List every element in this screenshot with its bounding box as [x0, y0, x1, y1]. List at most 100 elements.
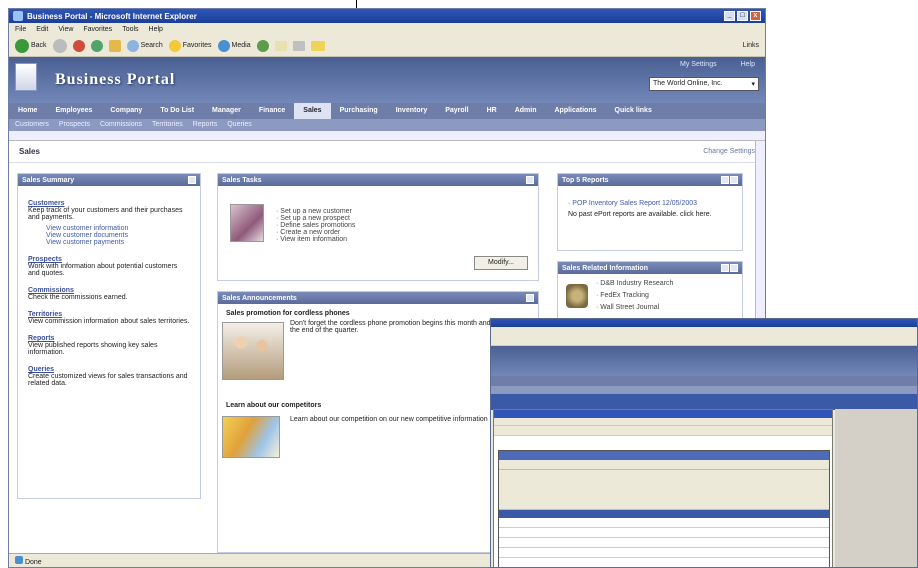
my-settings-link[interactable]: My Settings [680, 61, 717, 68]
menu-file[interactable]: File [15, 26, 26, 33]
menu-edit[interactable]: Edit [36, 26, 48, 33]
subnav-commissions[interactable]: Commissions [100, 121, 142, 129]
minimize-button[interactable]: _ [724, 11, 735, 21]
inset-titlebar [491, 319, 917, 327]
sales-tasks-panel: Sales Tasks · Set up a new customer · Se… [217, 173, 539, 281]
nav-company[interactable]: Company [101, 103, 151, 119]
links-label[interactable]: Links [743, 42, 759, 49]
home-icon[interactable] [108, 39, 121, 52]
subnav-territories[interactable]: Territories [152, 121, 183, 129]
customers-link[interactable]: Customers [28, 200, 190, 207]
panel-menu-icon[interactable] [526, 294, 534, 302]
sales-summary-panel: Sales Summary Customers Keep track of yo… [17, 173, 201, 499]
commissions-link[interactable]: Commissions [28, 287, 190, 294]
print-icon[interactable] [292, 40, 305, 51]
menu-bar: File Edit View Favorites Tools Help [9, 23, 765, 35]
nav-purchasing[interactable]: Purchasing [331, 103, 387, 119]
territories-desc: View commission information about sales … [28, 318, 190, 325]
ie-page-icon [15, 556, 23, 564]
mail-icon[interactable] [274, 40, 287, 51]
view-customer-payments-link[interactable]: View customer payments [28, 239, 190, 246]
subnav-customers[interactable]: Customers [15, 121, 49, 129]
maximize-button[interactable]: □ [737, 11, 748, 21]
sales-subnav: Customers Prospects Commissions Territor… [9, 119, 765, 131]
nav-finance[interactable]: Finance [250, 103, 294, 119]
menu-help[interactable]: Help [149, 26, 163, 33]
stop-icon[interactable] [72, 39, 85, 52]
top-reports-panel: Top 5 Reports · POP Inventory Sales Repo… [557, 173, 743, 251]
nav-quick-links[interactable]: Quick links [606, 103, 661, 119]
nav-admin[interactable]: Admin [506, 103, 546, 119]
nav-applications[interactable]: Applications [545, 103, 605, 119]
search-button[interactable]: Search [126, 39, 163, 52]
window-titlebar: Business Portal - Microsoft Internet Exp… [9, 9, 765, 23]
reports-link[interactable]: Reports [28, 335, 190, 342]
inset-background [835, 409, 917, 567]
window-title: Business Portal - Microsoft Internet Exp… [27, 11, 197, 21]
refresh-icon[interactable] [90, 39, 103, 52]
inset-dialog [498, 450, 830, 567]
help-link[interactable]: Help [741, 61, 755, 68]
nav-sales[interactable]: Sales [294, 103, 331, 119]
modify-button[interactable]: Modify... [474, 256, 528, 270]
panel-menu-icon[interactable] [526, 176, 534, 184]
subnav-prospects[interactable]: Prospects [59, 121, 90, 129]
view-customer-information-link[interactable]: View customer information [28, 225, 190, 232]
inset-toolbar [491, 334, 917, 346]
company-select-value: The World Online, Inc. [653, 80, 723, 87]
media-button[interactable]: Media [217, 39, 251, 52]
task-define-promotions[interactable]: · Define sales promotions [276, 222, 355, 229]
task-setup-customer[interactable]: · Set up a new customer [276, 208, 355, 215]
menu-view[interactable]: View [58, 26, 73, 33]
panel-close-icon[interactable] [730, 264, 738, 272]
forward-arrow-icon[interactable] [52, 38, 67, 53]
announcement-title-1: Sales promotion for cordless phones [226, 310, 350, 317]
subnav-reports[interactable]: Reports [193, 121, 218, 129]
menu-favorites[interactable]: Favorites [83, 26, 112, 33]
favorites-button[interactable]: Favorites [168, 39, 212, 52]
nav-employees[interactable]: Employees [46, 103, 101, 119]
prospects-desc: Work with information about potential cu… [28, 263, 178, 277]
sales-tasks-image [230, 204, 264, 242]
portal-logo [15, 63, 37, 91]
wsj-link[interactable]: · Wall Street Journal [596, 304, 673, 311]
nav-manager[interactable]: Manager [203, 103, 250, 119]
portal-header: Business Portal My Settings Help The Wor… [9, 57, 765, 103]
nav-inventory[interactable]: Inventory [387, 103, 437, 119]
nav-to-do-list[interactable]: To Do List [151, 103, 203, 119]
task-create-order[interactable]: · Create a new order [276, 229, 355, 236]
horizontal-scrollbar[interactable] [9, 131, 765, 141]
territories-link[interactable]: Territories [28, 311, 190, 318]
inset-nav [491, 376, 917, 386]
view-customer-documents-link[interactable]: View customer documents [28, 232, 190, 239]
chevron-down-icon: ▾ [751, 81, 755, 88]
reports-desc: View published reports showing key sales… [28, 342, 158, 356]
menu-tools[interactable]: Tools [122, 26, 138, 33]
commissions-desc: Check the commissions earned. [28, 294, 128, 301]
dnb-research-link[interactable]: · D&B Industry Research [596, 280, 673, 287]
inset-menubar [491, 327, 917, 334]
panel-menu-icon[interactable] [721, 176, 729, 184]
history-icon[interactable] [256, 39, 269, 52]
nav-payroll[interactable]: Payroll [436, 103, 477, 119]
panel-menu-icon[interactable] [721, 264, 729, 272]
back-button[interactable]: Back [15, 38, 47, 53]
company-select[interactable]: The World Online, Inc. ▾ [649, 77, 759, 91]
queries-desc: Create customized views for sales transa… [28, 373, 188, 387]
folder-icon[interactable] [310, 40, 325, 51]
queries-link[interactable]: Queries [28, 366, 190, 373]
task-view-item-info[interactable]: · View item information [276, 236, 355, 243]
nav-hr[interactable]: HR [478, 103, 506, 119]
panel-close-icon[interactable] [730, 176, 738, 184]
report-item-1[interactable]: · POP Inventory Sales Report 12/05/2003 [568, 200, 732, 207]
announcement-title-2: Learn about our competitors [226, 402, 322, 409]
inset-app-window [493, 409, 833, 567]
close-button[interactable]: x [750, 11, 761, 21]
nav-home[interactable]: Home [9, 103, 46, 119]
prospects-link[interactable]: Prospects [28, 256, 190, 263]
task-setup-prospect[interactable]: · Set up a new prospect [276, 215, 355, 222]
change-settings-link[interactable]: Change Settings [703, 148, 755, 155]
panel-menu-icon[interactable] [188, 176, 196, 184]
subnav-queries[interactable]: Queries [227, 121, 252, 129]
fedex-tracking-link[interactable]: · FedEx Tracking [596, 292, 673, 299]
